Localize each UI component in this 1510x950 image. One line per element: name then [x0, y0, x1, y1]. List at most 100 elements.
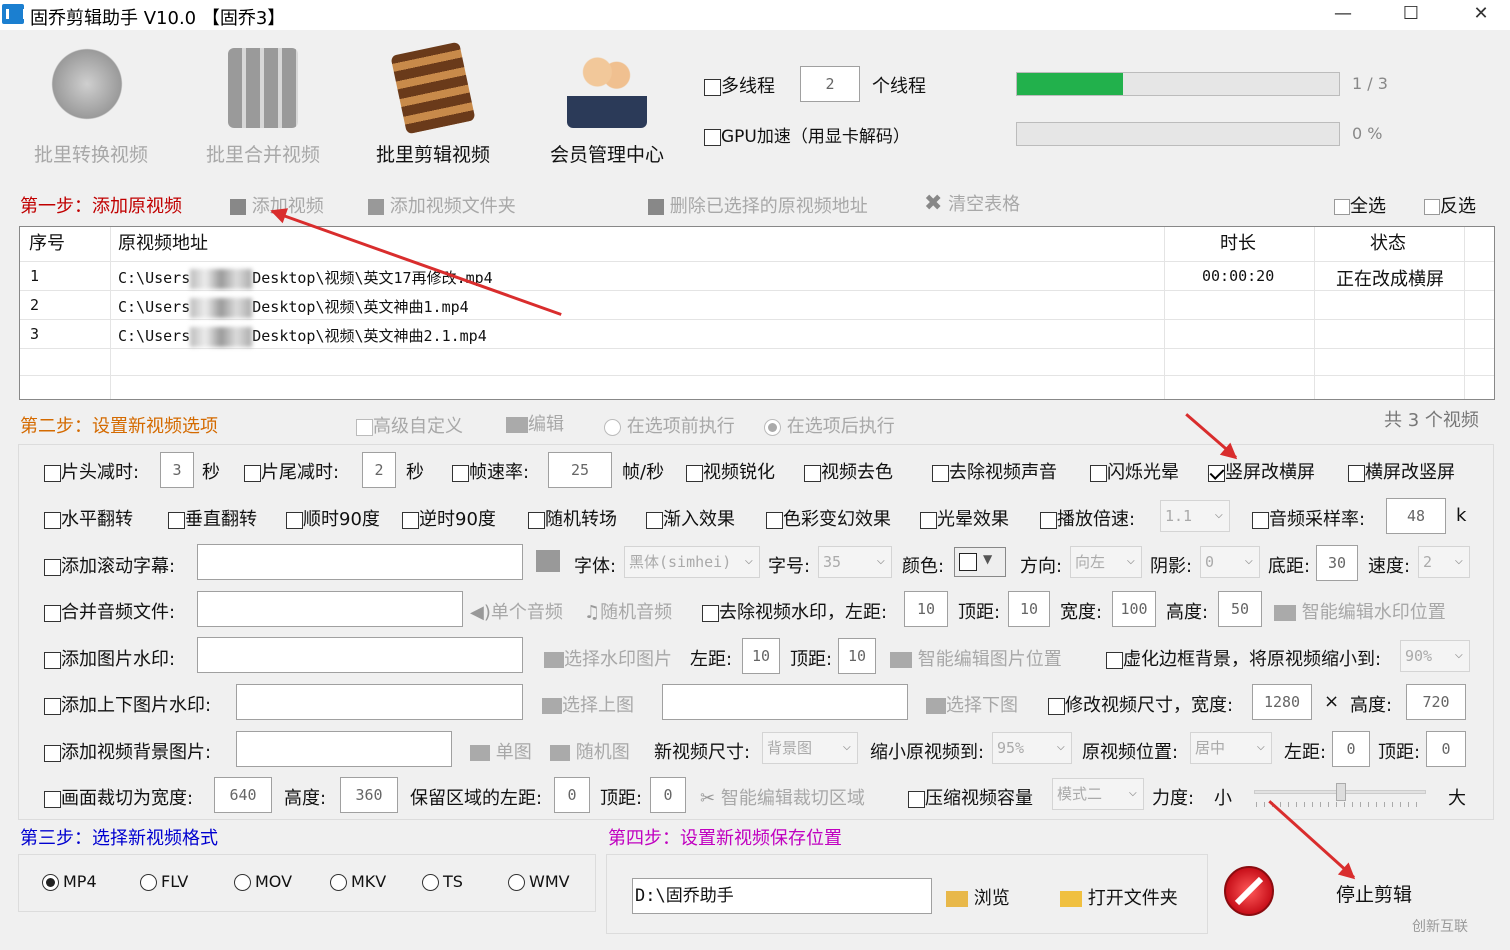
gpu-checkbox[interactable] [704, 128, 721, 146]
clear-table-button[interactable]: ✖ 清空表格 [924, 190, 1020, 216]
colorfx-option[interactable]: 色彩变幻效果 [766, 505, 891, 531]
fps-input[interactable]: 25 [548, 452, 612, 488]
samplerate-option[interactable]: 音频采样率: [1252, 505, 1365, 531]
shadow-select[interactable]: 0 [1200, 546, 1260, 578]
bottom-image-input[interactable] [662, 684, 908, 720]
position-select[interactable]: 居中 [1190, 732, 1272, 764]
merge-audio-input[interactable] [197, 591, 463, 627]
smart-watermark-button[interactable]: 智能编辑水印位置 [1274, 598, 1446, 624]
run-after-option[interactable]: 在选项后执行 [764, 412, 895, 438]
bottom-input[interactable]: 30 [1316, 545, 1358, 581]
stop-edit-button[interactable]: 停止剪辑 [1336, 880, 1412, 907]
gpu-option[interactable]: GPU加速（用显卡解码） [704, 122, 910, 147]
vflip-checkbox[interactable] [168, 511, 185, 529]
run-after-radio[interactable] [764, 418, 781, 436]
advanced-option[interactable]: 高级自定义 [356, 412, 463, 438]
delete-selected-button[interactable]: 删除已选择的原视频地址 [648, 192, 868, 218]
maximize-button[interactable]: ☐ [1388, 0, 1434, 30]
transition-option[interactable]: 随机转场 [528, 505, 617, 531]
multithread-option[interactable]: 多线程 [704, 72, 775, 98]
force-slider[interactable] [1254, 783, 1426, 801]
samplerate-checkbox[interactable] [1252, 511, 1269, 529]
head-cut-checkbox[interactable] [44, 464, 61, 482]
blur-background-option[interactable]: 虚化边框背景，将原视频缩小到: [1106, 645, 1381, 671]
image-watermark-option[interactable]: 添加图片水印: [44, 645, 175, 671]
format-radio[interactable] [330, 874, 347, 891]
merge-audio-option[interactable]: 合并音频文件: [44, 598, 175, 624]
compress-mode-select[interactable]: 模式二 [1052, 778, 1144, 810]
background-image-input[interactable] [236, 731, 452, 767]
remove-audio-option[interactable]: 去除视频声音 [932, 458, 1057, 484]
choose-watermark-button[interactable]: 选择水印图片 [544, 645, 672, 671]
scroll-speed-select[interactable]: 2 [1418, 546, 1470, 578]
vflip-option[interactable]: 垂直翻转 [168, 505, 257, 531]
minimize-button[interactable]: — [1320, 0, 1366, 30]
image-watermark-input[interactable] [197, 637, 523, 673]
decolor-checkbox[interactable] [804, 464, 821, 482]
batch-merge-button[interactable]: 批里合并视频 [188, 40, 338, 166]
fps-option[interactable]: 帧速率: [452, 458, 529, 484]
speed-option[interactable]: 播放倍速: [1040, 505, 1135, 531]
run-before-radio[interactable] [604, 418, 621, 436]
remove-watermark-checkbox[interactable] [702, 604, 719, 622]
tail-cut-option[interactable]: 片尾减时: [244, 458, 339, 484]
new-size-select[interactable]: 背景图 [762, 732, 858, 764]
sharpen-checkbox[interactable] [686, 464, 703, 482]
smart-crop-button[interactable]: ✂ 智能编辑裁切区域 [700, 784, 865, 810]
batch-edit-button[interactable]: 批里剪辑视频 [358, 40, 508, 166]
ccw90-checkbox[interactable] [402, 511, 419, 529]
random-image-button[interactable]: 随机图 [550, 738, 630, 764]
size-select[interactable]: 35 [818, 546, 892, 578]
img-left-input[interactable]: 10 [742, 638, 780, 674]
resize-width-input[interactable]: 1280 [1252, 684, 1312, 720]
close-button[interactable]: ✕ [1458, 0, 1504, 30]
format-radio[interactable] [508, 874, 525, 891]
scroll-text-checkbox[interactable] [44, 558, 61, 576]
lightfx-checkbox[interactable] [920, 511, 937, 529]
ccw90-option[interactable]: 逆时90度 [402, 505, 496, 531]
run-before-option[interactable]: 在选项前执行 [604, 412, 735, 438]
force-slider-thumb[interactable] [1336, 783, 1346, 801]
vertical-to-horizontal-option[interactable]: 竖屏改横屏 [1208, 458, 1315, 484]
direction-select[interactable]: 向左 [1070, 546, 1142, 578]
lightfx-option[interactable]: 光晕效果 [920, 505, 1009, 531]
background-image-option[interactable]: 添加视频背景图片: [44, 738, 211, 764]
advanced-checkbox[interactable] [356, 418, 373, 436]
open-folder-button[interactable]: 打开文件夹 [1060, 884, 1178, 910]
member-center-button[interactable]: 会员管理中心 [532, 40, 682, 166]
format-radio[interactable] [42, 874, 59, 891]
vertical-to-horizontal-checkbox[interactable] [1208, 464, 1225, 482]
batch-convert-button[interactable]: 批里转换视频 [16, 40, 166, 166]
top-image-input[interactable] [236, 684, 523, 720]
wm-height-input[interactable]: 50 [1218, 591, 1262, 627]
crop-option[interactable]: 画面裁切为宽度: [44, 784, 193, 810]
stop-icon[interactable] [1224, 866, 1274, 916]
format-option-mkv[interactable]: MKV [330, 872, 386, 891]
browse-button[interactable]: 浏览 [946, 884, 1010, 910]
resize-option[interactable]: 修改视频尺寸，宽度: [1048, 691, 1233, 717]
resize-checkbox[interactable] [1048, 697, 1065, 715]
wm-width-input[interactable]: 100 [1112, 591, 1156, 627]
top-bottom-watermark-option[interactable]: 添加上下图片水印: [44, 691, 211, 717]
hflip-option[interactable]: 水平翻转 [44, 505, 133, 531]
format-option-flv[interactable]: FLV [140, 872, 188, 891]
scroll-text-input[interactable] [197, 544, 523, 580]
format-radio[interactable] [422, 874, 439, 891]
format-radio[interactable] [234, 874, 251, 891]
multithread-checkbox[interactable] [704, 78, 721, 96]
crop-width-input[interactable]: 640 [214, 777, 272, 813]
transition-checkbox[interactable] [528, 511, 545, 529]
remove-audio-checkbox[interactable] [932, 464, 949, 482]
smart-image-button[interactable]: 智能编辑图片位置 [890, 645, 1062, 671]
wm-left-input[interactable]: 10 [904, 591, 948, 627]
tail-cut-checkbox[interactable] [244, 464, 261, 482]
choose-bottom-image-button[interactable]: 选择下图 [926, 691, 1018, 717]
image-watermark-checkbox[interactable] [44, 651, 61, 669]
hflip-checkbox[interactable] [44, 511, 61, 529]
fps-checkbox[interactable] [452, 464, 469, 482]
flash-option[interactable]: 闪烁光晕 [1090, 458, 1179, 484]
add-folder-button[interactable]: 添加视频文件夹 [368, 192, 516, 218]
head-cut-input[interactable]: 3 [160, 452, 194, 488]
pos-left-input[interactable]: 0 [1332, 731, 1370, 767]
choose-top-image-button[interactable]: 选择上图 [542, 691, 634, 717]
